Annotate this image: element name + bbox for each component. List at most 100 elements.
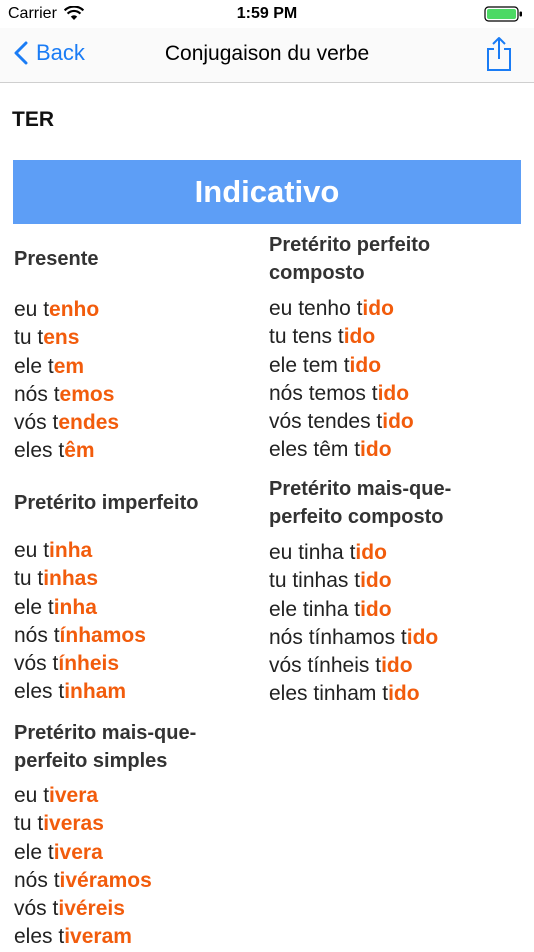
conjugation-list: eu tinha tido tu tinhas tido ele tinha tid… xyxy=(269,539,509,709)
tense-name: Pretérito imperfeito xyxy=(14,492,199,514)
tense-name: Pretérito mais-que-perfeito composto xyxy=(269,478,452,528)
verb-title: TER xyxy=(12,108,54,131)
verb-ending: ido xyxy=(377,381,410,405)
tense-name: Pretérito mais-que-perfeito simples xyxy=(14,722,197,772)
verb-ending: ido xyxy=(406,625,439,649)
verb-ending: ínhamos xyxy=(59,623,146,647)
conjugation-row: eles tiveram xyxy=(14,923,254,951)
conjugation-row: nós tínhamos xyxy=(14,622,254,650)
verb-ending: inham xyxy=(64,680,127,704)
verb-stem: tu t xyxy=(14,812,44,836)
status-time: 1:59 PM xyxy=(236,5,298,22)
conjugation-list: eu tenho tido tu tens tido ele tem tido nós… xyxy=(269,295,509,465)
verb-stem: eles têm t xyxy=(269,438,361,462)
conjugation-row: nós tínhamos tido xyxy=(269,624,509,652)
tense-perfeito-composto: Pretérito perfeito composto eu tenho tid… xyxy=(269,231,509,465)
verb-stem: tu tinhas t xyxy=(269,569,361,593)
battery-icon xyxy=(484,6,524,22)
verb-stem: eles t xyxy=(14,925,65,949)
verb-stem: vós tendes t xyxy=(269,410,383,434)
verb-ending: endes xyxy=(58,411,120,435)
navigation-bar: Back Conjugaison du verbe xyxy=(0,28,534,83)
conjugation-row: nós temos xyxy=(14,381,254,409)
conjugation-row: eu tivera xyxy=(14,782,254,810)
verb-stem: tu t xyxy=(14,567,44,591)
conjugation-row: eu tenho xyxy=(14,296,254,324)
conjugation-row: ele tinha xyxy=(14,594,254,622)
verb-ending: ivera xyxy=(53,840,103,864)
verb-ending: ens xyxy=(43,326,80,350)
conjugation-row: ele tinha tido xyxy=(269,596,509,624)
verb-stem: nós t xyxy=(14,382,60,406)
conjugation-row: tu tinhas xyxy=(14,565,254,593)
tense-mais-que-perfeito-simples: Pretérito mais-que-perfeito simples eu t… xyxy=(14,719,254,952)
verb-ending: ivéramos xyxy=(59,868,152,892)
conjugation-row: tu tiveras xyxy=(14,810,254,838)
conjugation-list: eu tivera tu tiveras ele tivera nós tivéram… xyxy=(14,782,254,952)
conjugation-row: vós tínheis tido xyxy=(269,652,509,680)
verb-stem: nós t xyxy=(14,868,60,892)
conjugation-list: eu tinha tu tinhas ele tinha nós tínhamos vó… xyxy=(14,537,254,707)
verb-stem: ele t xyxy=(14,595,54,619)
verb-ending: inhas xyxy=(43,567,99,591)
share-button[interactable] xyxy=(486,36,512,77)
conjugation-row: eu tinha xyxy=(14,537,254,565)
mood-banner: Indicativo xyxy=(13,160,521,224)
conjugation-row: eles têm xyxy=(14,437,254,465)
verb-stem: tu t xyxy=(14,326,44,350)
verb-stem: nós t xyxy=(14,623,60,647)
verb-stem: eles t xyxy=(14,439,65,463)
verb-stem: vós tínheis t xyxy=(269,654,382,678)
conjugation-row: ele tem xyxy=(14,353,254,381)
verb-ending: em xyxy=(53,354,85,378)
verb-ending: inha xyxy=(49,539,93,562)
verb-stem: vós t xyxy=(14,652,59,676)
verb-stem: eu t xyxy=(14,298,50,321)
verb-stem: ele t xyxy=(14,840,54,864)
tense-imperfeito: Pretérito imperfeito eu tinha tu tinhas el… xyxy=(14,489,254,707)
tense-name: Presente xyxy=(14,248,99,270)
verb-stem: eu tinha t xyxy=(269,541,356,564)
conjugation-row: vós tendes xyxy=(14,409,254,437)
verb-ending: ínheis xyxy=(58,652,120,676)
verb-stem: ele tinha t xyxy=(269,597,361,621)
tense-presente: Presente eu tenho tu tens ele tem nós temos… xyxy=(14,245,254,466)
conjugation-row: nós tivéramos xyxy=(14,867,254,895)
verb-stem: eu t xyxy=(14,539,50,562)
conjugation-row: eles tinham tido xyxy=(269,680,509,708)
verb-ending: ido xyxy=(360,597,392,621)
verb-stem: ele tem t xyxy=(269,353,350,377)
verb-ending: ido xyxy=(388,682,420,706)
verb-stem: ele t xyxy=(14,354,54,378)
conjugation-row: eles tinham xyxy=(14,678,254,706)
nav-title: Conjugaison du verbe xyxy=(164,42,370,65)
verb-ending: enho xyxy=(49,298,100,321)
conjugation-row: ele tivera xyxy=(14,839,254,867)
conjugation-list: eu tenho tu tens ele tem nós temos vós tende… xyxy=(14,296,254,466)
verb-ending: ido xyxy=(355,541,387,564)
share-icon xyxy=(487,37,511,71)
verb-stem: tu tens t xyxy=(269,325,344,349)
verb-ending: ido xyxy=(349,353,382,377)
conjugation-row: eles têm tido xyxy=(269,436,509,464)
conjugation-row: eu tenho tido xyxy=(269,295,509,323)
verb-ending: ivéreis xyxy=(58,897,125,921)
verb-stem: eles tinham t xyxy=(269,682,389,706)
verb-stem: eu tenho t xyxy=(269,297,363,320)
status-bar: Carrier 1:59 PM xyxy=(0,0,534,28)
verb-stem: vós t xyxy=(14,411,59,435)
tense-mais-que-perfeito-composto: Pretérito mais-que-perfeito composto eu … xyxy=(269,475,509,709)
conjugation-row: vós tínheis xyxy=(14,650,254,678)
verb-ending: êm xyxy=(64,439,95,463)
verb-ending: iveras xyxy=(43,812,104,836)
conjugation-row: tu tinhas tido xyxy=(269,567,509,595)
verb-ending: ido xyxy=(343,325,376,349)
verb-stem: vós t xyxy=(14,897,59,921)
verb-ending: ido xyxy=(362,297,394,320)
conjugation-row: ele tem tido xyxy=(269,352,509,380)
verb-ending: ido xyxy=(382,410,414,434)
verb-ending: emos xyxy=(59,382,115,406)
conjugation-row: eu tinha tido xyxy=(269,539,509,567)
conjugation-row: vós tendes tido xyxy=(269,408,509,436)
verb-stem: eu t xyxy=(14,784,50,807)
